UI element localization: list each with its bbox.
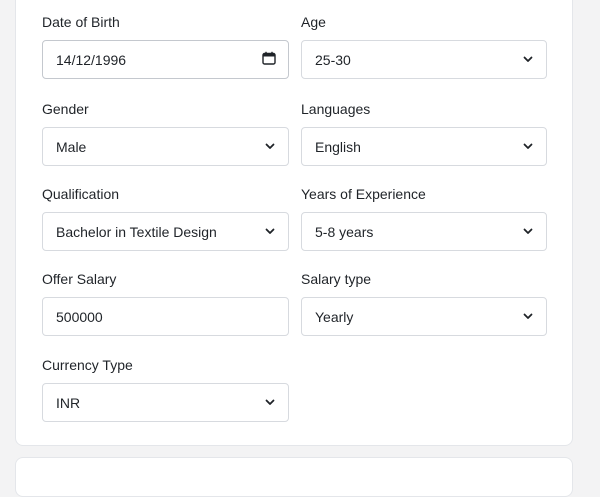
gender-select[interactable]: Male (42, 127, 289, 166)
offer-salary-input[interactable]: 500000 (42, 297, 289, 336)
chevron-down-icon (522, 224, 534, 240)
salary-type-select[interactable]: Yearly (301, 297, 547, 336)
currency-type-label: Currency Type (42, 357, 133, 373)
languages-select[interactable]: English (301, 127, 547, 166)
date-of-birth-input[interactable]: 14/12/1996 (42, 40, 289, 79)
gender-label: Gender (42, 101, 89, 117)
salary-type-label: Salary type (301, 271, 372, 287)
offer-salary-label: Offer Salary (42, 271, 117, 287)
date-of-birth-field: Date of Birth 14/12/1996 (42, 14, 289, 79)
chevron-down-icon (264, 139, 276, 155)
experience-select[interactable]: 5-8 years (301, 212, 547, 251)
chevron-down-icon (522, 52, 534, 68)
experience-label: Years of Experience (301, 186, 426, 202)
currency-type-field: Currency Type INR (42, 357, 289, 422)
chevron-down-icon (522, 309, 534, 325)
calendar-icon[interactable] (262, 51, 276, 68)
qualification-select[interactable]: Bachelor in Textile Design (42, 212, 289, 251)
offer-salary-value: 500000 (56, 308, 103, 325)
form-card: Date of Birth 14/12/1996 Age 25-30 Gende… (15, 0, 573, 446)
experience-value: 5-8 years (315, 223, 374, 240)
languages-value: English (315, 138, 361, 155)
qualification-label: Qualification (42, 186, 120, 202)
gender-field: Gender Male (42, 101, 289, 166)
date-of-birth-label: Date of Birth (42, 14, 120, 30)
salary-type-value: Yearly (315, 308, 354, 325)
next-card (15, 457, 573, 497)
age-field: Age 25-30 (301, 14, 547, 79)
gender-value: Male (56, 138, 87, 155)
languages-label: Languages (301, 101, 371, 117)
date-of-birth-value: 14/12/1996 (56, 51, 127, 68)
chevron-down-icon (264, 395, 276, 411)
offer-salary-field: Offer Salary 500000 (42, 271, 289, 336)
age-label: Age (301, 14, 326, 30)
chevron-down-icon (264, 224, 276, 240)
qualification-field: Qualification Bachelor in Textile Design (42, 186, 289, 251)
age-value: 25-30 (315, 51, 351, 68)
qualification-value: Bachelor in Textile Design (56, 223, 217, 240)
age-select[interactable]: 25-30 (301, 40, 547, 79)
languages-field: Languages English (301, 101, 547, 166)
experience-field: Years of Experience 5-8 years (301, 186, 547, 251)
salary-type-field: Salary type Yearly (301, 271, 547, 336)
chevron-down-icon (522, 139, 534, 155)
currency-type-value: INR (56, 394, 81, 411)
currency-type-select[interactable]: INR (42, 383, 289, 422)
